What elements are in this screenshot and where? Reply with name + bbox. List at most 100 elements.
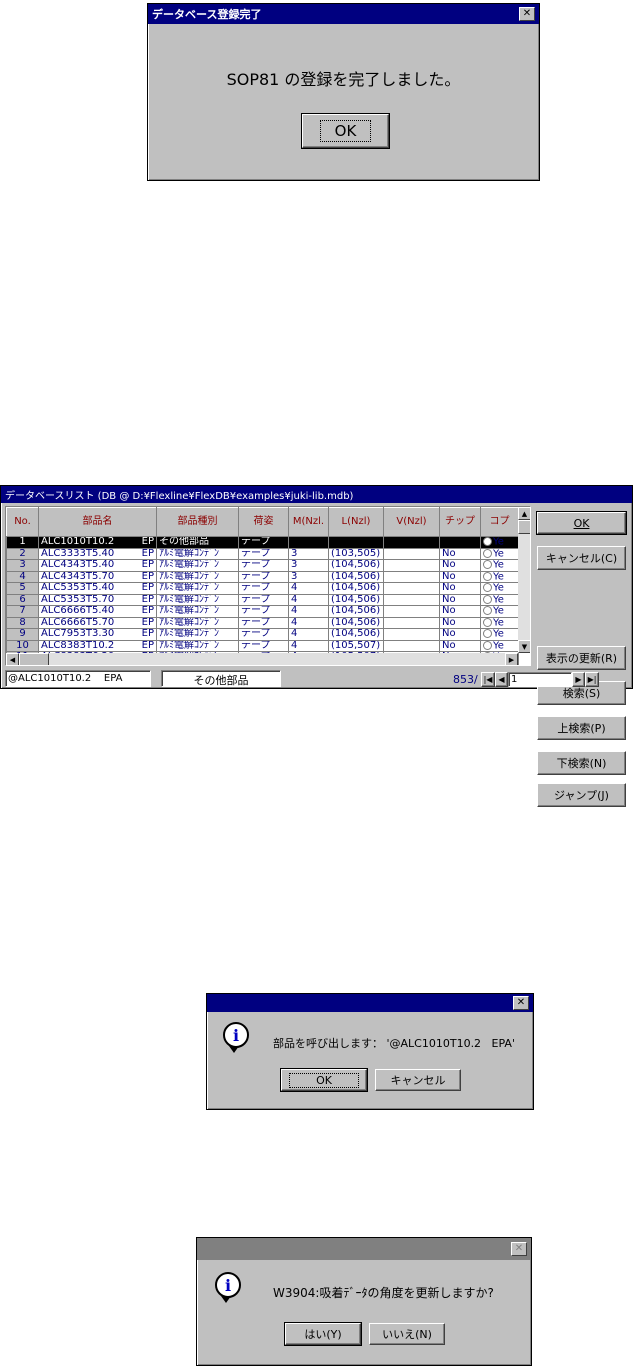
cancel-button[interactable]: キャンセル(C)	[537, 546, 626, 570]
copy-radio[interactable]	[483, 606, 492, 615]
ok-button[interactable]: OK	[301, 113, 390, 149]
part-name: ALC6666T5.40	[41, 605, 115, 617]
parts-grid[interactable]: No. 部品名 部品種別 荷姿 M(Nzl. L(Nzl) V(Nzl) チップ…	[5, 506, 531, 666]
table-row[interactable]: 10 ALC8383T10.2 EP ｱﾙﾐ電解ｺﾝﾃﾞﾝ テープ 4 (105,507) N…	[6, 639, 519, 652]
vertical-scrollbar[interactable]: ▲ ▼	[518, 507, 530, 653]
part-name: ALC4343T5.70	[41, 571, 115, 582]
ok-button-label: OK	[289, 1072, 359, 1088]
yes-button[interactable]: はい(Y)	[284, 1322, 362, 1346]
cell-copy: Ye	[480, 559, 519, 572]
cell-part-name: ALC3333T5.40 EP	[38, 547, 157, 560]
copy-radio[interactable]	[483, 640, 492, 650]
table-row[interactable]: 9 ALC7953T3.30 EP ｱﾙﾐ電解ｺﾝﾃﾞﾝ テープ 4 (104,506) No…	[6, 628, 519, 641]
copy-radio[interactable]	[483, 617, 492, 627]
copy-radio[interactable]	[483, 594, 492, 604]
cell-l-nozzle: (103,505)	[328, 547, 384, 560]
table-row[interactable]: 8 ALC6666T5.70 EP ｱﾙﾐ電解ｺﾝﾃﾞﾝ テープ 4 (104,506) No…	[6, 616, 519, 629]
col-header-part-type[interactable]: 部品種別	[156, 507, 239, 537]
cell-packaging: テープ	[238, 536, 289, 549]
col-header-packaging[interactable]: 荷姿	[238, 507, 289, 537]
col-header-v-nozzle[interactable]: V(Nzl)	[383, 507, 440, 537]
ok-button[interactable]: OK	[280, 1068, 368, 1092]
no-button[interactable]: いいえ(N)	[369, 1323, 445, 1345]
cell-part-name: ALC5353T5.40 EP	[38, 582, 157, 595]
cell-m-nozzle: 4	[288, 639, 329, 652]
record-count: 853/	[453, 673, 478, 686]
copy-radio[interactable]	[483, 537, 492, 546]
table-header: No. 部品名 部品種別 荷姿 M(Nzl. L(Nzl) V(Nzl) チップ…	[6, 507, 519, 537]
scroll-thumb[interactable]	[518, 520, 530, 534]
close-icon[interactable]: ✕	[519, 7, 535, 21]
copy-radio[interactable]	[483, 629, 492, 638]
close-icon[interactable]: ✕	[511, 1242, 527, 1256]
cancel-button[interactable]: キャンセル	[375, 1069, 461, 1091]
close-icon[interactable]: ✕	[513, 996, 529, 1010]
dialog-message: W3904:吸着ﾃﾞｰﾀの角度を更新しますか?	[273, 1286, 494, 1300]
copy-label: Ye	[493, 559, 504, 571]
cell-chip: No	[439, 559, 481, 572]
table-row[interactable]: 1 ALC1010T10.2 EP その他部品 テープ Ye	[6, 536, 519, 549]
jump-button[interactable]: ジャンプ(J)	[537, 783, 626, 807]
part-suffix: EP	[141, 628, 154, 640]
table-row[interactable]: 4 ALC4343T5.70 EP ｱﾙﾐ電解ｺﾝﾃﾞﾝ テープ 3 (104,506) No…	[6, 570, 519, 583]
cell-no: 7	[6, 605, 39, 618]
next-record-icon[interactable]: ▶	[572, 672, 585, 687]
copy-label: Ye	[493, 582, 504, 594]
copy-radio[interactable]	[483, 571, 492, 581]
table-row[interactable]: 7 ALC6666T5.40 EP ｱﾙﾐ電解ｺﾝﾃﾞﾝ テープ 4 (104,506) No…	[6, 605, 519, 618]
table-row[interactable]: 2 ALC3333T5.40 EP ｱﾙﾐ電解ｺﾝﾃﾞﾝ テープ 3 (103,505) No…	[6, 547, 519, 560]
part-suffix: EP	[141, 548, 154, 559]
copy-radio[interactable]	[483, 583, 492, 592]
part-name: ALC4343T5.40	[41, 559, 115, 571]
selected-type-field[interactable]: その他部品	[161, 670, 281, 687]
part-suffix: EP	[141, 617, 154, 628]
cell-no: 1	[6, 536, 39, 549]
first-record-icon[interactable]: |◀	[481, 672, 495, 687]
table-row[interactable]: 5 ALC5353T5.40 EP ｱﾙﾐ電解ｺﾝﾃﾞﾝ テープ 4 (104,506) No…	[6, 582, 519, 595]
part-name: ALC3333T5.40	[41, 548, 115, 559]
col-header-part-name[interactable]: 部品名	[38, 507, 157, 537]
cell-packaging: テープ	[238, 547, 289, 560]
cell-part-name: ALC7953T3.30 EP	[38, 628, 157, 641]
col-header-l-nozzle[interactable]: L(Nzl)	[328, 507, 384, 537]
last-record-icon[interactable]: ▶|	[585, 672, 599, 687]
scroll-left-icon[interactable]: ◀	[6, 653, 19, 665]
scroll-up-icon[interactable]: ▲	[518, 507, 530, 520]
col-header-m-nozzle[interactable]: M(Nzl.	[288, 507, 329, 537]
col-header-copy[interactable]: コプ	[480, 507, 519, 537]
cell-part-type: ｱﾙﾐ電解ｺﾝﾃﾞﾝ	[156, 570, 239, 583]
part-suffix: EP	[141, 640, 154, 651]
title-bar: ✕	[197, 1238, 531, 1260]
refresh-display-button[interactable]: 表示の更新(R)	[537, 646, 626, 670]
table-row[interactable]: 3 ALC4343T5.40 EP ｱﾙﾐ電解ｺﾝﾃﾞﾝ テープ 3 (104,506) No…	[6, 559, 519, 572]
hscroll-thumb[interactable]	[19, 653, 49, 665]
col-header-no[interactable]: No.	[6, 507, 39, 537]
scroll-right-icon[interactable]: ▶	[505, 653, 518, 665]
selected-part-field[interactable]: @ALC1010T10.2 EPA	[5, 670, 151, 687]
part-suffix: EP	[141, 594, 154, 605]
cell-v-nozzle	[383, 605, 440, 618]
ok-button-label: OK	[319, 120, 372, 142]
copy-radio[interactable]	[483, 548, 492, 558]
table-row[interactable]: 6 ALC5353T5.70 EP ｱﾙﾐ電解ｺﾝﾃﾞﾝ テープ 4 (104,506) No…	[6, 593, 519, 606]
horizontal-scrollbar[interactable]: ◀ ▶	[6, 653, 518, 665]
search-up-button[interactable]: 上検索(P)	[537, 716, 626, 740]
scroll-down-icon[interactable]: ▼	[518, 640, 530, 653]
cell-l-nozzle: (104,506)	[328, 570, 384, 583]
cell-part-name: ALC6666T5.40 EP	[38, 605, 157, 618]
cell-l-nozzle: (104,506)	[328, 605, 384, 618]
cell-no: 3	[6, 559, 39, 572]
copy-radio[interactable]	[483, 560, 492, 569]
col-header-chip[interactable]: チップ	[439, 507, 481, 537]
part-suffix: EP	[141, 536, 154, 548]
record-number-input[interactable]: 1	[508, 672, 572, 687]
search-down-button[interactable]: 下検索(N)	[537, 751, 626, 775]
copy-label: Ye	[493, 536, 504, 548]
cell-chip: No	[439, 593, 481, 606]
prev-record-icon[interactable]: ◀	[495, 672, 508, 687]
copy-label: Ye	[493, 594, 504, 605]
ok-button[interactable]: OK	[536, 511, 627, 535]
cell-copy: Ye	[480, 547, 519, 560]
cell-l-nozzle: (104,506)	[328, 628, 384, 641]
info-icon: i	[223, 1022, 249, 1053]
